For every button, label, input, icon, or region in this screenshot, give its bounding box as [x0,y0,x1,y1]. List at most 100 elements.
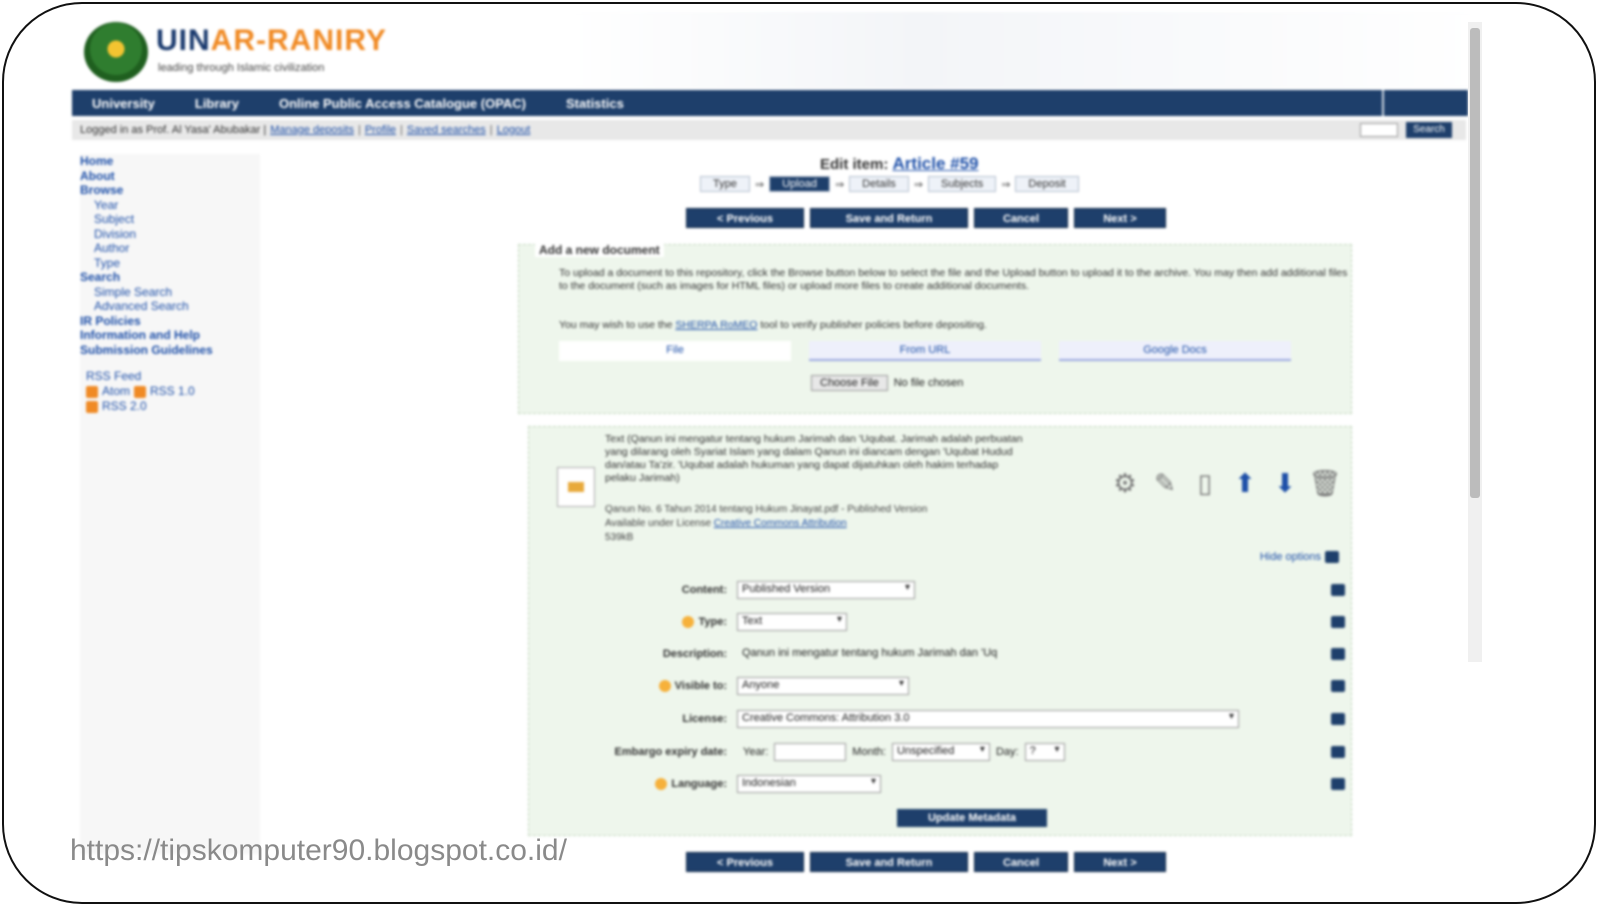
sidebar-browse-author[interactable]: Author [80,241,260,256]
required-icon [658,680,671,693]
nav-university[interactable]: University [72,96,175,111]
tab-google-docs[interactable]: Google Docs [1059,341,1291,361]
type-select[interactable]: Text [737,613,847,631]
cancel-button[interactable]: Cancel [974,208,1068,228]
license-pre: Available under License [605,518,712,529]
document-description: Text (Qanun ini mengatur tentang hukum J… [605,433,1023,484]
no-file-text: No file chosen [893,377,964,389]
atom-feed-icon[interactable] [86,385,98,398]
day-select[interactable]: ? [1024,743,1065,761]
step-type[interactable]: Type [700,176,750,192]
profile-link[interactable]: Profile [365,124,396,136]
help-icon[interactable] [1331,746,1345,758]
login-bar: Logged in as Prof. Al Yasa' Abubakar | M… [72,120,1466,140]
help-icon[interactable] [1331,778,1345,790]
step-upload[interactable]: Upload [769,176,830,192]
convert-icon[interactable]: ⚙ [1109,467,1141,499]
logout-link[interactable]: Logout [497,124,531,136]
document-filename: Qanun No. 6 Tahun 2014 tentang Hukum Jin… [605,504,928,515]
quick-search-button[interactable]: Search [1406,122,1452,138]
article-link[interactable]: Article #59 [893,154,979,173]
type-label-wrap: Type: [529,615,737,629]
sidebar-browse-type[interactable]: Type [80,256,260,271]
move-up-icon[interactable]: ⬆ [1229,467,1261,499]
screenshot-frame: UINAR-RANIRY leading through Islamic civ… [2,2,1596,904]
sidebar-ir-policies[interactable]: IR Policies [80,314,260,329]
sherpa-pre: You may wish to use the [559,319,673,331]
year-input[interactable] [774,743,847,761]
edit-item-label: Edit item: [820,156,889,173]
saved-searches-link[interactable]: Saved searches [407,124,486,136]
cancel-button[interactable]: Cancel [974,852,1068,872]
sidebar-home[interactable]: Home [80,154,260,169]
atom-link[interactable]: Atom [102,384,130,399]
sidebar-info-help[interactable]: Information and Help [80,328,260,343]
nav-library[interactable]: Library [175,96,259,111]
tab-from-url[interactable]: From URL [809,341,1041,361]
next-button[interactable]: Next > [1074,208,1166,228]
add-file-icon[interactable]: ✎ [1149,467,1181,499]
nav-statistics[interactable]: Statistics [546,96,644,111]
description-input[interactable]: Qanun ini mengatur tentang hukum Jarimah… [737,645,1097,663]
content-select[interactable]: Published Version [737,581,915,599]
sidebar-browse-year[interactable]: Year [80,198,260,213]
sidebar-search[interactable]: Search [80,270,260,285]
description-row: Description: Qanun ini mengatur tentang … [529,641,1353,667]
nav-opac[interactable]: Online Public Access Catalogue (OPAC) [259,96,546,111]
sidebar-browse[interactable]: Browse [80,183,260,198]
pdf-document-icon[interactable] [557,467,595,507]
help-icon[interactable] [1331,616,1345,628]
language-row: Language: Indonesian [529,771,1353,797]
rss2-link[interactable]: RSS 2.0 [102,399,147,414]
rss1-link[interactable]: RSS 1.0 [150,384,195,399]
update-metadata-button[interactable]: Update Metadata [897,809,1047,827]
sidebar-simple-search[interactable]: Simple Search [80,285,260,300]
scrollbar-thumb[interactable] [1470,28,1480,498]
rss2-feed-icon[interactable] [86,400,98,413]
help-icon[interactable] [1331,584,1345,596]
previous-button[interactable]: < Previous [686,852,804,872]
document-size: 539kB [605,532,634,543]
sidebar-browse-division[interactable]: Division [80,227,260,242]
help-icon[interactable] [1331,680,1345,692]
save-return-button[interactable]: Save and Return [810,852,968,872]
manage-deposits-link[interactable]: Manage deposits [270,124,354,136]
sidebar-about[interactable]: About [80,169,260,184]
choose-file-button[interactable]: Choose File [811,375,888,391]
tab-file[interactable]: File [559,341,791,361]
delete-icon[interactable]: 🗑 [1309,467,1342,499]
sherpa-romeo-link[interactable]: SHERPA RoMEO [675,319,757,331]
site-logo-text[interactable]: UINAR-RANIRY [156,24,387,58]
step-arrow-icon: ⇒ [1001,178,1011,191]
help-icon[interactable] [1331,648,1345,660]
save-return-button[interactable]: Save and Return [810,208,968,228]
eprints-page: UINAR-RANIRY leading through Islamic civ… [72,12,1484,902]
help-icon[interactable] [1331,713,1345,725]
logo-name: AR-RANIRY [210,24,387,57]
hide-options[interactable]: Hide options [1260,551,1339,563]
license-link[interactable]: Creative Commons Attribution [714,518,847,529]
type-label: Type: [698,615,727,628]
previous-button[interactable]: < Previous [686,208,804,228]
separator: | [489,124,493,136]
sidebar-advanced-search[interactable]: Advanced Search [80,299,260,314]
step-subjects[interactable]: Subjects [928,176,997,192]
sidebar-submission-guidelines[interactable]: Submission Guidelines [80,343,260,358]
language-select[interactable]: Indonesian [737,775,881,793]
blog-watermark: https://tipskomputer90.blogspot.co.id/ [70,834,567,867]
quick-search-input[interactable] [1360,123,1398,137]
next-button[interactable]: Next > [1074,852,1166,872]
license-select[interactable]: Creative Commons: Attribution 3.0 [737,710,1239,728]
step-deposit[interactable]: Deposit [1015,176,1079,192]
visible-select[interactable]: Anyone [737,677,909,695]
document-license: Available under License Creative Commons… [605,517,927,531]
year-label: Year: [743,746,769,758]
uin-logo-icon[interactable] [84,22,148,82]
step-details[interactable]: Details [849,176,909,192]
rss1-feed-icon[interactable] [134,385,147,398]
month-select[interactable]: Unspecified [891,743,990,761]
move-down-icon[interactable]: ⬇ [1269,467,1301,499]
view-document-icon[interactable]: ▯ [1189,467,1221,499]
language-label-wrap: Language: [529,778,737,791]
sidebar-browse-subject[interactable]: Subject [80,212,260,227]
